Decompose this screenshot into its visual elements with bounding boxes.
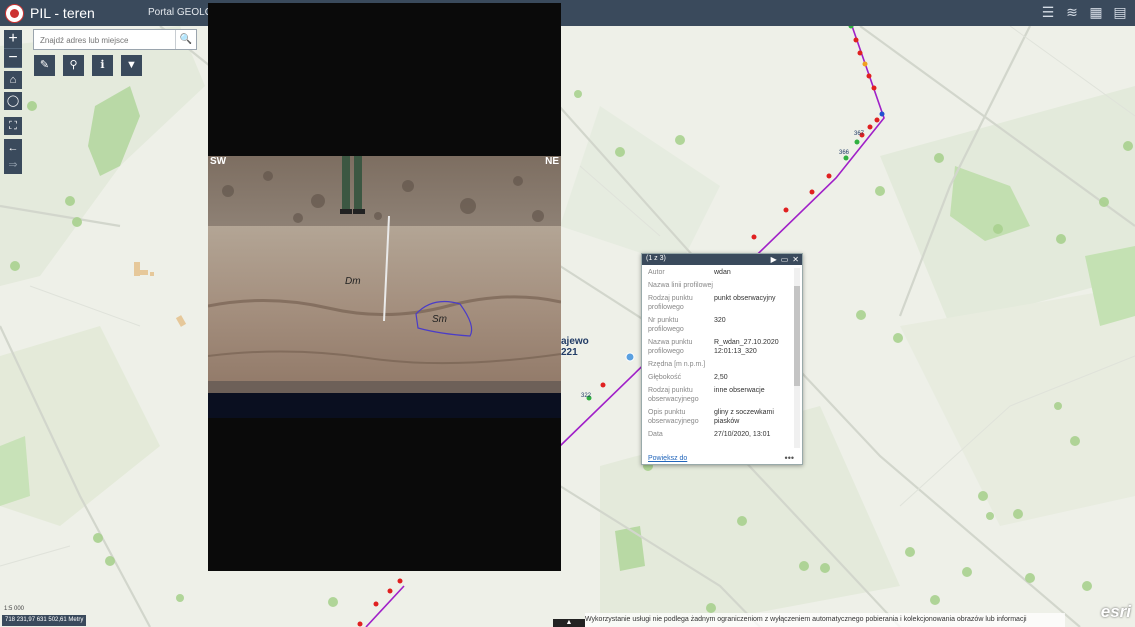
- scale-label: 1:5 000: [4, 606, 25, 612]
- popup-field-row: Data 27/10/2020, 13:01: [648, 430, 790, 439]
- popup-field-row: Nr punktu profilowego 320: [648, 316, 790, 334]
- photo-label-ne: NE: [545, 156, 559, 167]
- home-button[interactable]: ⌂: [4, 71, 22, 89]
- search-box: 🔍: [33, 29, 197, 50]
- next-feature-icon[interactable]: ▶: [771, 254, 777, 265]
- zoom-in-button[interactable]: +: [4, 30, 22, 49]
- popup-field-value: 2,50: [714, 374, 728, 381]
- point-label-367: 367: [854, 131, 865, 137]
- photo-label-sw: SW: [210, 156, 227, 167]
- bookmark-icon[interactable]: ▤: [1111, 3, 1129, 21]
- popup-field-key: Nazwa punktu profilowego: [648, 339, 693, 355]
- photo-label-dm: Dm: [345, 276, 361, 287]
- popup-count: (1 z 3): [646, 255, 666, 262]
- search-icon: 🔍: [179, 34, 193, 45]
- maximize-icon[interactable]: ▭: [781, 254, 789, 265]
- popup-field-key: Data: [648, 431, 663, 438]
- filter-icon: ▼: [126, 59, 137, 71]
- popup-field-row: Rzędna [m n.p.m.]: [648, 360, 790, 369]
- list-icon[interactable]: ☰: [1039, 3, 1057, 21]
- popup-field-key: Rodzaj punktu obserwacyjnego: [648, 387, 699, 403]
- outcrop-photo: SW NE Dm Sm: [208, 156, 561, 418]
- zoom-controls: + −: [4, 30, 22, 68]
- filter-button[interactable]: ▼: [121, 55, 142, 76]
- search-input[interactable]: [38, 32, 172, 48]
- info-icon: ℹ: [100, 59, 105, 71]
- popup-scrollbar[interactable]: [794, 268, 800, 448]
- arrow-right-icon: ⇒: [8, 159, 18, 171]
- popup-field-row: Rodzaj punktu profilowego punkt obserwacy…: [648, 294, 790, 312]
- chevron-up-icon: ▲: [565, 619, 573, 626]
- measure-button[interactable]: ⚲: [63, 55, 84, 76]
- popup-field-value: gliny z soczewkami piasków: [714, 409, 774, 425]
- app-logo-icon: [5, 4, 24, 23]
- coordinates-readout: 718 231,97 631 502,61 Metry: [2, 615, 87, 626]
- arrow-left-icon: ←: [7, 142, 19, 154]
- point-label-322: 322: [581, 393, 592, 399]
- app-title: PIL - teren: [30, 5, 95, 21]
- photo-label-sm: Sm: [432, 314, 447, 325]
- forward-extent-button[interactable]: ⇒: [4, 156, 22, 174]
- popup-field-key: Nr punktu profilowego: [648, 317, 684, 333]
- popup-field-key: Rodzaj punktu profilowego: [648, 295, 693, 311]
- expand-attribution-button[interactable]: ▲: [553, 619, 585, 627]
- popup-field-value: R_wdan_27.10.2020 12:01:13_320: [714, 339, 779, 355]
- map-view[interactable]: 367 366 322 ajewo 221: [0, 26, 1135, 627]
- popup-field-value: [714, 281, 790, 290]
- attribution-text: Wykorzystanie usługi nie podlega żadnym …: [585, 613, 1065, 627]
- popup-field-key: Głębokość: [648, 374, 682, 381]
- popup-fields: Autor wdan Nazwa linii profilowej Rodzaj pu…: [648, 268, 790, 453]
- popup-field-row: Nazwa punktu profilowego R_wdan_27.10.202…: [648, 338, 790, 356]
- search-button[interactable]: 🔍: [175, 30, 196, 49]
- esri-logo: esri: [1100, 602, 1131, 621]
- locate-button[interactable]: ◯: [4, 92, 22, 110]
- locate-icon: ◯: [6, 95, 20, 107]
- popup-field-row: Nazwa linii profilowej: [648, 281, 790, 290]
- popup-field-key: Autor: [648, 269, 665, 276]
- popup-field-key: Rzędna [m n.p.m.]: [648, 361, 706, 368]
- photo-viewer[interactable]: SW NE Dm Sm: [208, 3, 561, 571]
- info-button[interactable]: ℹ: [92, 55, 113, 76]
- popup-field-value: wdan: [714, 269, 731, 276]
- popup-field-row: Głębokość 2,50: [648, 373, 790, 382]
- app-header: PIL - teren Portal GEOLOG ☰ ≋ ▦ ▤: [0, 0, 1135, 26]
- popup-field-row: Autor wdan: [648, 268, 790, 277]
- zoom-to-link[interactable]: Powiększ do: [648, 455, 687, 462]
- popup-field-row: Rodzaj punktu obserwacyjnego inne obserwa…: [648, 386, 790, 404]
- feature-popup[interactable]: (1 z 3) ▶ ▭ ✕ Autor wdan Nazwa linii profi…: [641, 253, 803, 465]
- draw-button[interactable]: ✎: [34, 55, 55, 76]
- close-icon[interactable]: ✕: [792, 254, 799, 265]
- popup-field-value: 27/10/2020, 13:01: [714, 431, 771, 438]
- popup-field-value: punkt obserwacyjny: [714, 295, 776, 302]
- home-icon: ⌂: [9, 74, 17, 86]
- pencil-icon: ✎: [39, 59, 50, 71]
- zoom-out-button[interactable]: −: [4, 49, 22, 68]
- popup-header: (1 z 3) ▶ ▭ ✕: [642, 254, 802, 265]
- back-extent-button[interactable]: ←: [4, 139, 22, 157]
- popup-field-value: 320: [714, 317, 726, 324]
- fullscreen-button[interactable]: ⛶: [4, 117, 22, 135]
- basemap-icon[interactable]: ▦: [1087, 3, 1105, 21]
- place-label: ajewo 221: [561, 336, 589, 358]
- point-label-366: 366: [839, 150, 850, 156]
- popup-field-value: [714, 360, 790, 369]
- fullscreen-icon: ⛶: [9, 120, 17, 132]
- scroll-thumb[interactable]: [794, 286, 800, 386]
- map-canvas: 367 366 322: [0, 26, 1135, 627]
- more-menu-button[interactable]: •••: [785, 453, 794, 463]
- popup-field-key: Opis punktu obserwacyjnego: [648, 409, 699, 425]
- popup-field-value: inne obserwacje: [714, 387, 765, 394]
- popup-field-key: Nazwa linii profilowej: [648, 282, 713, 289]
- layers-icon[interactable]: ≋: [1063, 3, 1081, 21]
- popup-field-row: Opis punktu obserwacyjnego gliny z soczew…: [648, 408, 790, 426]
- measure-icon: ⚲: [69, 59, 78, 71]
